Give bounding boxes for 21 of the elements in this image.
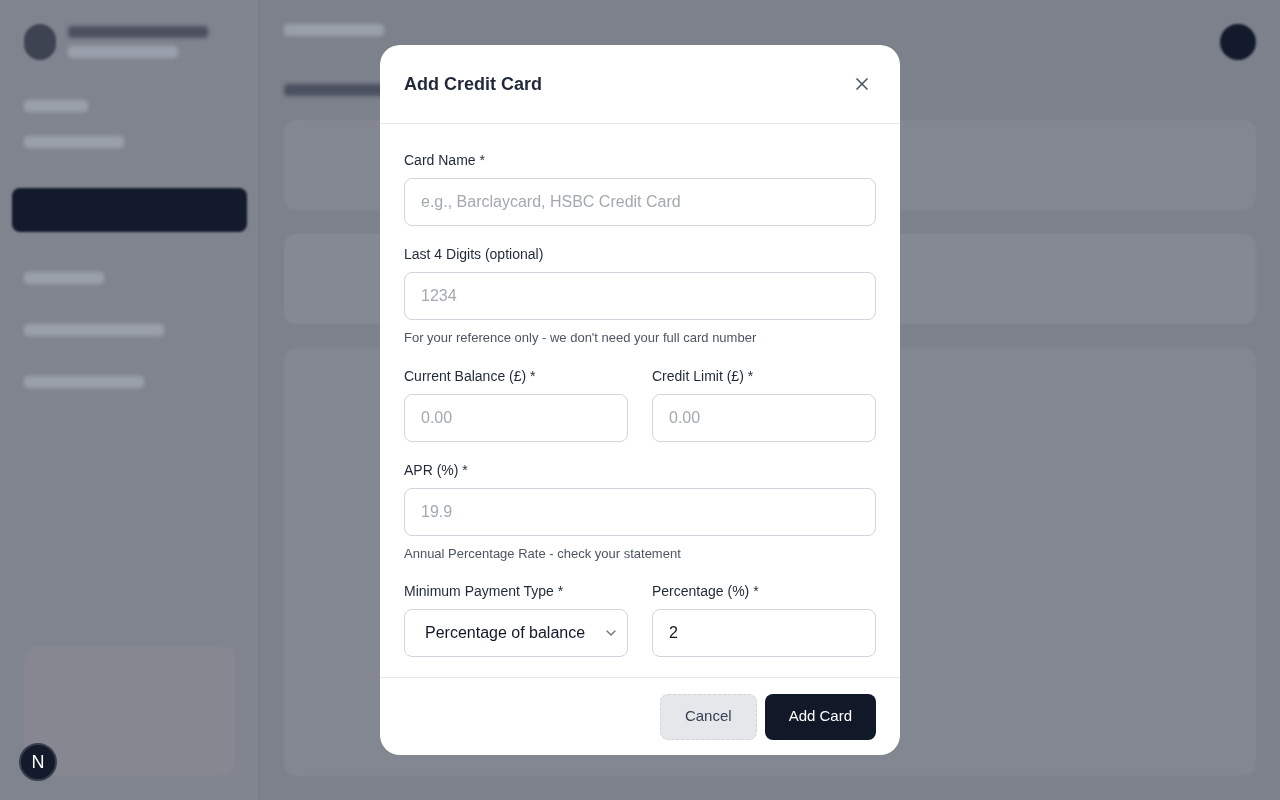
field-label: Card Name * xyxy=(404,151,486,170)
input-field[interactable]: 0.00 xyxy=(652,393,876,442)
select-dropdown[interactable]: Percentage of balance xyxy=(404,609,628,657)
field-label: Credit Limit (£) * xyxy=(652,366,755,386)
field-hint: For your reference only - we don't need your full card number xyxy=(404,329,758,347)
input-field[interactable]: 1234 xyxy=(404,272,876,320)
field-label: Minimum Payment Type * xyxy=(404,582,565,601)
field-label: Percentage (%) * xyxy=(652,582,760,601)
field-label: Last 4 Digits (optional) xyxy=(404,245,545,264)
input-field[interactable]: 2 xyxy=(652,609,876,657)
input-field[interactable]: e.g., Barclaycard, HSBC Credit Card xyxy=(404,178,876,226)
field-label: APR (%) * xyxy=(404,460,469,480)
shield-logo-icon xyxy=(24,24,56,60)
add-card-button[interactable]: Add Card xyxy=(764,693,876,740)
input-field[interactable]: 19.9 xyxy=(404,487,876,536)
field-hint: Annual Percentage Rate - check your statement xyxy=(404,544,682,563)
input-field[interactable]: 0.00 xyxy=(404,393,628,442)
cancel-button[interactable]: Cancel xyxy=(659,693,757,740)
blurred-text xyxy=(24,100,88,112)
field-label: Current Balance (£) * xyxy=(404,366,537,386)
dialog-title: Add Credit Card xyxy=(404,73,542,96)
